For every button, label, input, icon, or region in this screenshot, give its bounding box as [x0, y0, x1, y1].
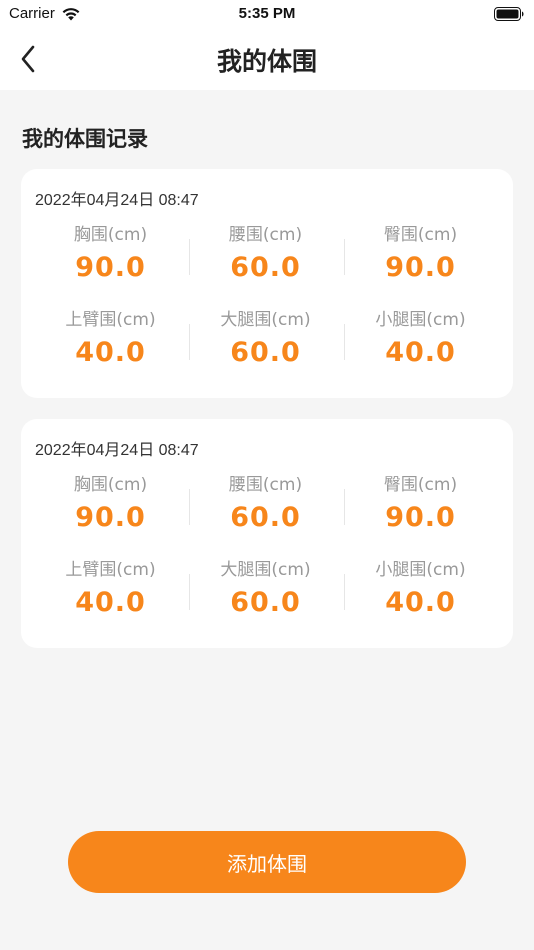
divider: [344, 239, 345, 275]
metric-value: 60.0: [230, 337, 301, 368]
metric-hip: 臀围(cm) 90.0: [343, 471, 498, 556]
metrics-grid: 胸围(cm) 90.0 腰围(cm) 60.0 臀围(cm) 90.0 上臂围(…: [21, 221, 513, 391]
metric-label: 臀围(cm): [383, 475, 458, 495]
metric-calf: 小腿围(cm) 40.0: [343, 306, 498, 391]
metric-thigh: 大腿围(cm) 60.0: [188, 306, 343, 391]
metric-upper-arm: 上臂围(cm) 40.0: [33, 306, 188, 391]
metric-value: 60.0: [230, 502, 301, 533]
metric-value: 60.0: [230, 587, 301, 618]
metric-value: 60.0: [230, 252, 301, 283]
record-card[interactable]: 2022年04月24日 08:47 胸围(cm) 90.0 腰围(cm) 60.…: [21, 419, 513, 648]
metric-value: 40.0: [75, 587, 146, 618]
metric-waist: 腰围(cm) 60.0: [188, 471, 343, 556]
navigation-bar: 我的体围: [0, 28, 534, 90]
metric-label: 臀围(cm): [383, 225, 458, 245]
divider: [189, 574, 190, 610]
divider: [344, 324, 345, 360]
status-time: 5:35 PM: [238, 5, 296, 22]
status-bar: Carrier 5:35 PM: [0, 0, 534, 28]
metric-value: 90.0: [385, 502, 456, 533]
metric-label: 小腿围(cm): [375, 310, 466, 330]
divider: [344, 489, 345, 525]
metric-value: 90.0: [75, 502, 146, 533]
metric-calf: 小腿围(cm) 40.0: [343, 556, 498, 641]
metric-value: 90.0: [75, 252, 146, 283]
metric-label: 大腿围(cm): [220, 560, 311, 580]
metric-chest: 胸围(cm) 90.0: [33, 221, 188, 306]
divider: [189, 324, 190, 360]
metric-hip: 臀围(cm) 90.0: [343, 221, 498, 306]
add-measurement-button[interactable]: 添加体围: [68, 831, 466, 893]
metric-value: 40.0: [385, 587, 456, 618]
metric-thigh: 大腿围(cm) 60.0: [188, 556, 343, 641]
metric-value: 40.0: [75, 337, 146, 368]
metric-value: 90.0: [385, 252, 456, 283]
section-title: 我的体围记录: [22, 127, 148, 151]
record-date: 2022年04月24日 08:47: [35, 192, 199, 209]
divider: [189, 239, 190, 275]
record-card[interactable]: 2022年04月24日 08:47 胸围(cm) 90.0 腰围(cm) 60.…: [21, 169, 513, 398]
metric-label: 腰围(cm): [228, 475, 303, 495]
metric-label: 小腿围(cm): [375, 560, 466, 580]
record-date: 2022年04月24日 08:47: [35, 442, 199, 459]
page-title: 我的体围: [216, 47, 317, 76]
metrics-grid: 胸围(cm) 90.0 腰围(cm) 60.0 臀围(cm) 90.0 上臂围(…: [21, 471, 513, 641]
divider: [344, 574, 345, 610]
metric-label: 胸围(cm): [73, 225, 148, 245]
metric-waist: 腰围(cm) 60.0: [188, 221, 343, 306]
metric-label: 大腿围(cm): [220, 310, 311, 330]
metric-value: 40.0: [385, 337, 456, 368]
metric-upper-arm: 上臂围(cm) 40.0: [33, 556, 188, 641]
metric-chest: 胸围(cm) 90.0: [33, 471, 188, 556]
metric-label: 上臂围(cm): [65, 560, 156, 580]
metric-label: 胸围(cm): [73, 475, 148, 495]
metric-label: 上臂围(cm): [65, 310, 156, 330]
battery-icon: [494, 7, 524, 21]
metric-label: 腰围(cm): [228, 225, 303, 245]
divider: [189, 489, 190, 525]
